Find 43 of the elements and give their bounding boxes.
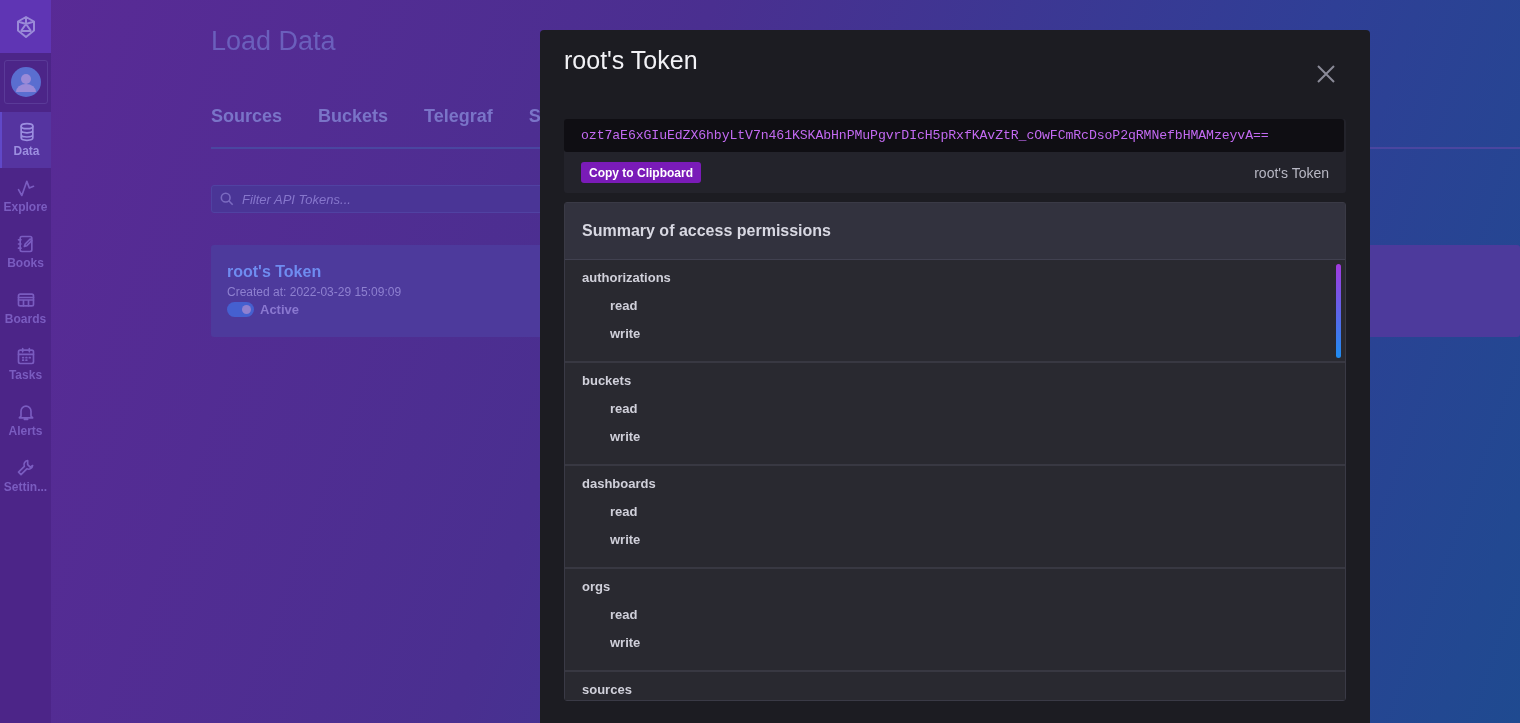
token-label: root's Token bbox=[1254, 164, 1329, 181]
resource-name: dashboards bbox=[582, 476, 656, 491]
avatar-icon bbox=[10, 67, 41, 97]
permission-label: write bbox=[610, 532, 641, 547]
tab[interactable]: Buckets bbox=[318, 106, 389, 127]
permission-label: read bbox=[610, 298, 638, 313]
wrench-icon bbox=[15, 458, 36, 478]
logo-icon[interactable] bbox=[0, 0, 51, 53]
tab[interactable]: Telegraf bbox=[424, 106, 493, 127]
permission-label: read bbox=[610, 504, 638, 519]
nav-item[interactable]: Settin... bbox=[0, 448, 51, 504]
calendar-icon bbox=[15, 346, 36, 366]
nav-item[interactable]: Explore bbox=[0, 168, 51, 224]
tab[interactable]: Sources bbox=[211, 106, 283, 127]
permission-label: read bbox=[610, 607, 638, 622]
resource-name: buckets bbox=[582, 373, 632, 388]
nav-item[interactable]: Data bbox=[0, 112, 51, 168]
permission-label: write bbox=[610, 326, 641, 341]
resource-name: orgs bbox=[582, 579, 611, 594]
table-icon bbox=[15, 290, 36, 310]
close-icon[interactable] bbox=[1316, 64, 1336, 84]
copy-button[interactable]: Copy to Clipboard bbox=[581, 162, 701, 183]
nav-item[interactable]: Books bbox=[0, 224, 51, 280]
token-name-link[interactable]: root's Token bbox=[227, 263, 322, 281]
nav-item[interactable]: Alerts bbox=[0, 392, 51, 448]
scrollbar[interactable] bbox=[1336, 264, 1341, 358]
panel-title: Summary of access permissions bbox=[565, 203, 1345, 260]
resource-name: authorizations bbox=[582, 270, 671, 285]
resource-name: sources bbox=[582, 682, 632, 697]
nav-item[interactable]: Boards bbox=[0, 280, 51, 336]
token-text: ozt7aE6xGIuEdZX6hbyLtV7n461KSKAbHnPMuPgvrDIcH5pRxfKAvZtR_cOwFCmRcDsoP2qRMNefbHMAMzeyvA== bbox=[564, 119, 1344, 152]
toggle-switch[interactable] bbox=[227, 302, 254, 317]
tab[interactable]: S bbox=[528, 106, 541, 127]
notebook-icon bbox=[15, 234, 36, 254]
line-graph-icon bbox=[15, 178, 36, 198]
dialog-title: root's Token bbox=[564, 46, 698, 75]
created-date: Created at: 2022-03-29 15:09:09 bbox=[227, 285, 402, 299]
permission-label: read bbox=[610, 401, 638, 416]
nav-item[interactable]: Tasks bbox=[0, 336, 51, 392]
avatar-button[interactable] bbox=[3, 60, 48, 104]
status-label: Active bbox=[260, 302, 300, 317]
permission-label: write bbox=[610, 635, 641, 650]
permission-label: write bbox=[610, 429, 641, 444]
